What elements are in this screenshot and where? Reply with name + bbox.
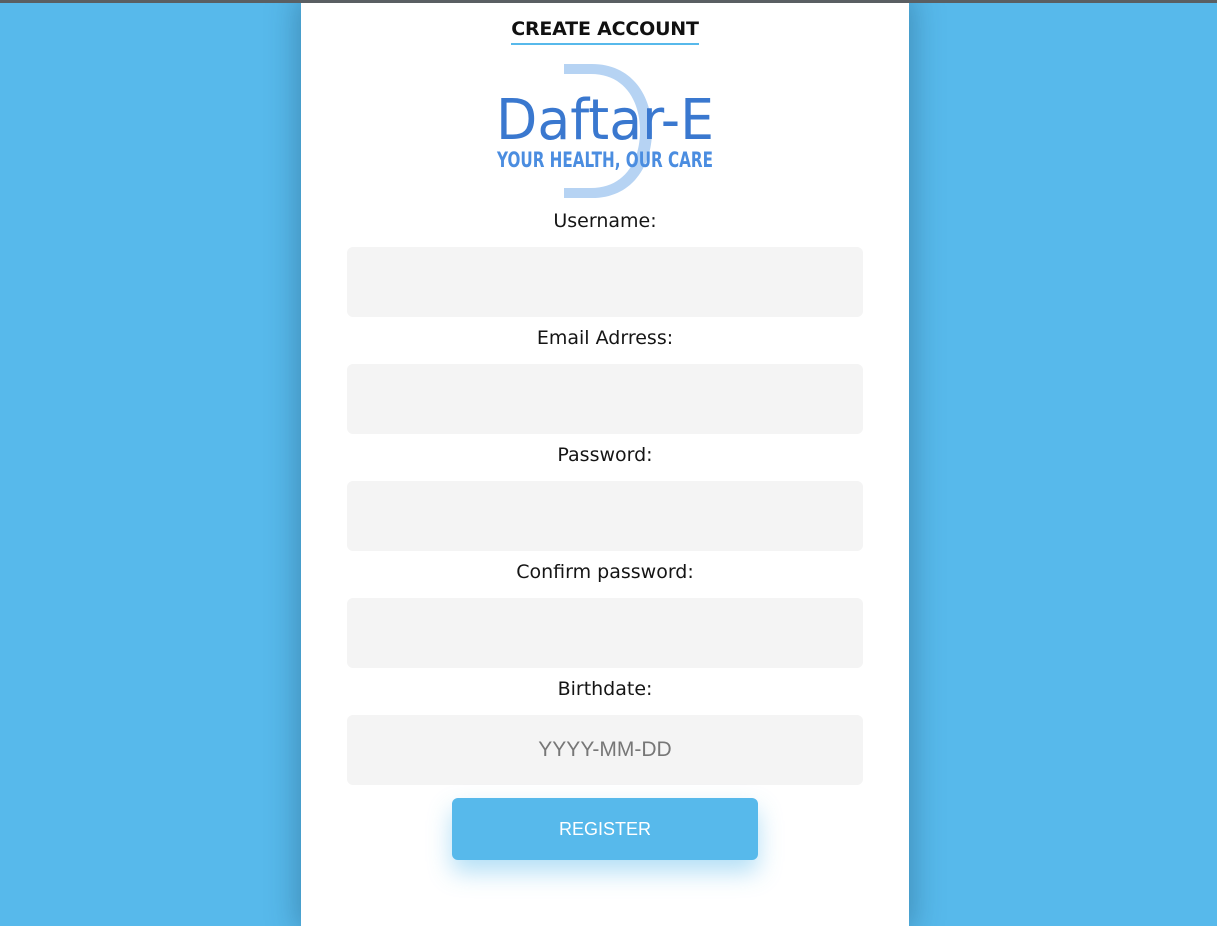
email-input[interactable] — [347, 364, 863, 434]
birthdate-label: Birthdate: — [557, 678, 653, 700]
logo-tagline: YOUR HEALTH, OUR CARE — [496, 148, 713, 172]
confirm-password-input[interactable] — [347, 598, 863, 668]
register-card: CREATE ACCOUNT Daftar-E YOUR HEALTH, OUR… — [301, 0, 909, 926]
birthdate-input[interactable] — [347, 715, 863, 785]
email-label: Email Adrress: — [536, 327, 674, 349]
page-title: CREATE ACCOUNT — [301, 18, 909, 45]
username-input[interactable] — [347, 247, 863, 317]
page-title-text: CREATE ACCOUNT — [511, 18, 699, 45]
window-top-border — [0, 0, 1217, 3]
confirm-password-label: Confirm password: — [516, 561, 694, 583]
username-label: Username: — [553, 210, 657, 232]
register-button[interactable]: REGISTER — [452, 798, 758, 860]
logo-name: Daftar-E — [496, 88, 714, 153]
password-label: Password: — [557, 444, 653, 466]
password-input[interactable] — [347, 481, 863, 551]
daftar-e-logo: Daftar-E YOUR HEALTH, OUR CARE — [496, 64, 714, 198]
